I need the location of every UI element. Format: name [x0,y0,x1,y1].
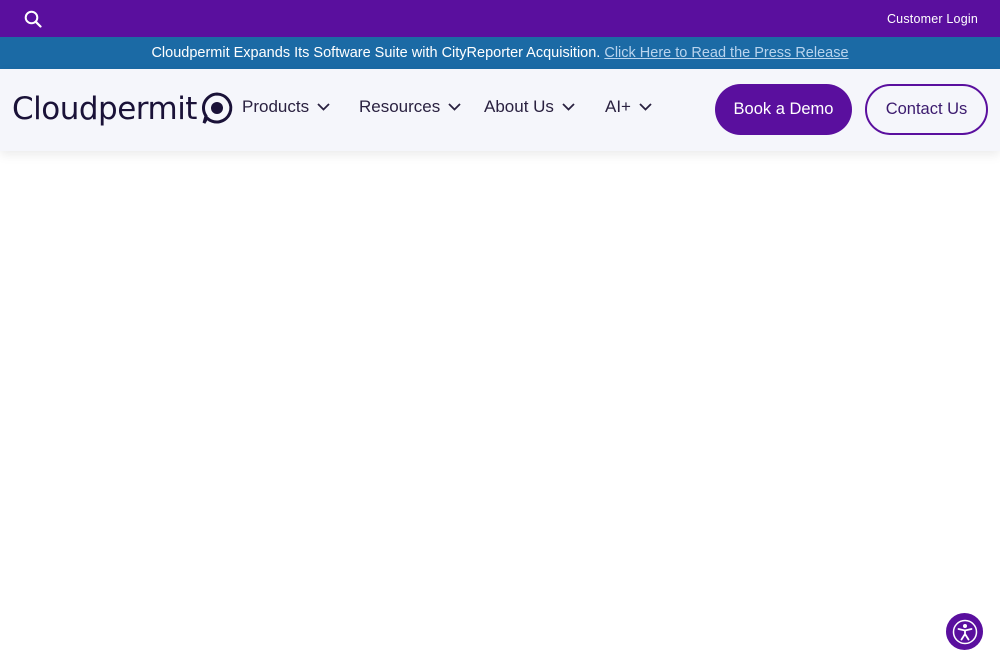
search-icon[interactable] [22,8,44,30]
nav-resources[interactable]: Resources [359,97,461,117]
nav-products-label: Products [242,97,310,116]
speech-bubble-logo-icon [201,92,233,124]
main-header: Cloudpermit Products Resources About Us … [0,69,1000,151]
accessibility-icon[interactable] [946,613,983,650]
announcement-text: Cloudpermit Expands Its Software Suite w… [151,45,601,61]
customer-login-link[interactable]: Customer Login [887,12,978,26]
press-release-link[interactable]: Click Here to Read the Press Release [604,45,848,61]
nav-ai-plus[interactable]: AI+ [605,97,652,117]
announcement-bar: Cloudpermit Expands Its Software Suite w… [0,37,1000,69]
cloudpermit-logo[interactable]: Cloudpermit [12,91,233,127]
nav-ai-plus-label: AI+ [605,97,631,116]
nav-about-us[interactable]: About Us [484,97,575,117]
contact-us-button[interactable]: Contact Us [865,84,988,135]
nav-about-us-label: About Us [484,97,554,116]
utility-bar: Customer Login [0,0,1000,37]
nav-resources-label: Resources [359,97,441,116]
chevron-down-icon [562,103,575,111]
chevron-down-icon [448,103,461,111]
book-demo-button[interactable]: Book a Demo [715,84,852,135]
chevron-down-icon [317,103,330,111]
chevron-down-icon [639,103,652,111]
logo-wordmark: Cloudpermit [12,91,197,127]
nav-products[interactable]: Products [242,97,330,117]
